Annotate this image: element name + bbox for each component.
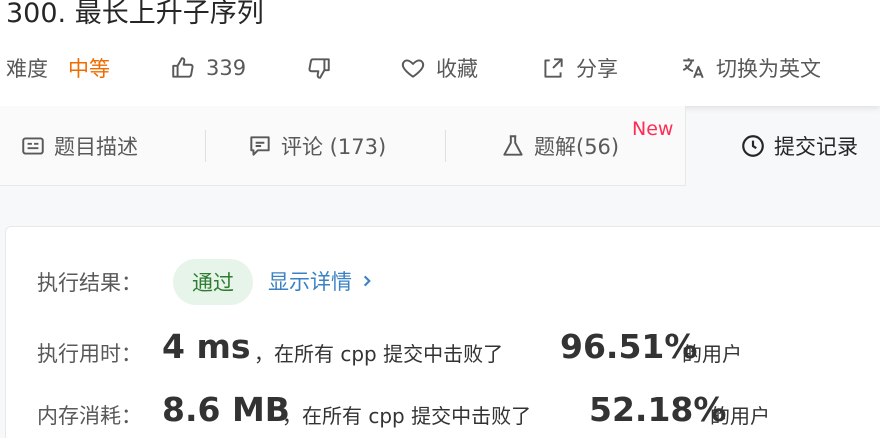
favorite-button[interactable]: 收藏 (400, 53, 478, 83)
thumbs-up-icon (172, 57, 194, 78)
dislike-button[interactable] (306, 53, 342, 83)
runtime-label: 执行用时： (37, 342, 142, 366)
like-button[interactable]: 339 (170, 53, 246, 83)
runtime-text: ，在所有 cpp 提交中击败了 (254, 342, 504, 366)
status-badge: 通过 (173, 259, 253, 305)
chevron-right-icon (363, 275, 371, 287)
problem-title: 300. 最长上升子序列 (6, 0, 264, 29)
memory-label: 内存消耗： (37, 404, 142, 428)
tab-submissions-label: 提交记录 (774, 135, 858, 159)
runtime-value: 4 ms (162, 327, 251, 366)
tab-solutions[interactable]: 题解(56) (500, 130, 619, 162)
switch-language-button[interactable]: 切换为英文 (680, 53, 821, 83)
tab-description[interactable]: 题目描述 (20, 130, 138, 162)
comment-icon (250, 136, 270, 156)
problem-header: 300. 最长上升子序列 难度 中等 339 收藏 分享 切换为英文 (0, 0, 880, 106)
flask-icon (503, 135, 523, 156)
tab-comments-label: 评论 (173) (281, 135, 387, 159)
translate-icon (682, 58, 704, 79)
new-badge: New (632, 118, 674, 140)
like-count: 339 (206, 56, 247, 80)
heart-icon (401, 59, 425, 78)
memory-percent: 52.18% (589, 390, 727, 429)
difficulty-value: 中等 (68, 57, 110, 81)
favorite-label: 收藏 (436, 57, 478, 81)
memory-suffix: 的用户 (710, 404, 770, 428)
switch-language-label: 切换为英文 (716, 57, 821, 81)
runtime-percent: 96.51% (560, 327, 698, 366)
share-icon (544, 58, 563, 78)
memory-value: 8.6 MB (162, 390, 290, 429)
share-button[interactable]: 分享 (540, 53, 618, 83)
clock-icon (742, 135, 764, 157)
thumbs-down-icon (308, 58, 330, 79)
tab-submissions[interactable]: 提交记录 (740, 130, 858, 162)
status-text: 通过 (192, 271, 234, 295)
description-icon (22, 137, 44, 155)
show-details-label: 显示详情 (268, 270, 352, 294)
tab-divider (205, 130, 206, 162)
tab-solutions-label: 题解(56) (534, 135, 620, 159)
tab-description-label: 题目描述 (54, 135, 138, 159)
show-details-link[interactable]: 显示详情 (268, 266, 374, 296)
tab-divider (445, 130, 446, 162)
difficulty-label: 难度 (6, 57, 48, 81)
difficulty: 难度 中等 (6, 53, 110, 83)
memory-text: ，在所有 cpp 提交中击败了 (282, 404, 532, 428)
share-label: 分享 (576, 57, 618, 81)
result-label: 执行结果： (37, 271, 142, 295)
runtime-suffix: 的用户 (682, 342, 742, 366)
tab-comments[interactable]: 评论 (173) (247, 130, 386, 162)
